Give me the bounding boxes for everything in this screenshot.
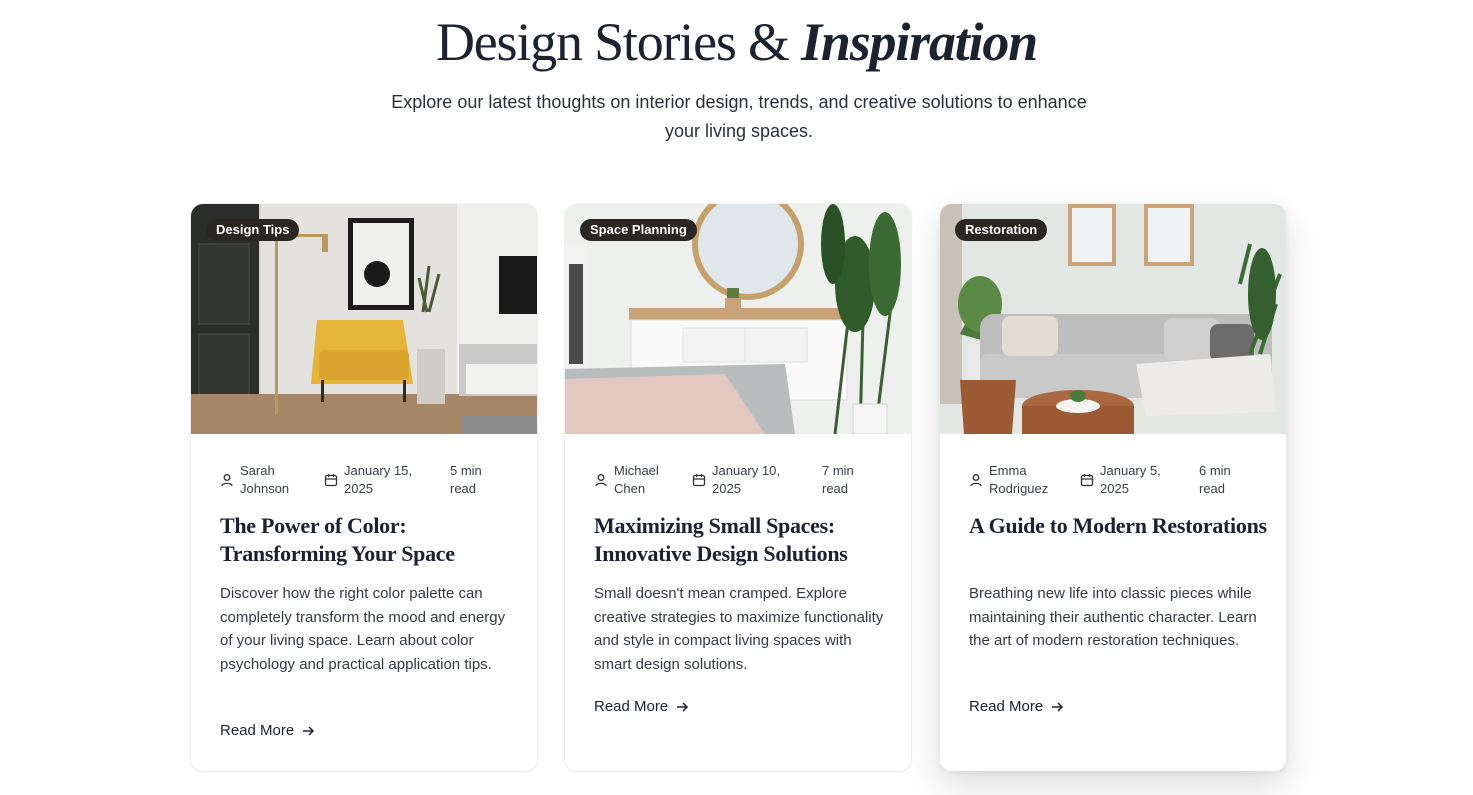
author-name: Emma Rodriguez <box>989 463 1049 496</box>
post-excerpt: Discover how the right color palette can… <box>220 585 506 673</box>
author-meta: Emma Rodriguez <box>969 462 1069 498</box>
post-date: January 5, 2025 <box>1100 463 1161 496</box>
page-title-main: Design Stories & <box>435 12 802 72</box>
post-image[interactable]: Space Planning <box>565 204 911 434</box>
user-icon <box>221 474 233 487</box>
user-icon <box>595 474 607 487</box>
read-more-link[interactable]: Read More <box>594 698 689 715</box>
arrow-right-icon <box>303 725 315 736</box>
author-name: Sarah Johnson <box>240 463 290 496</box>
category-badge[interactable]: Design Tips <box>206 219 300 241</box>
author-name: Michael Chen <box>614 463 659 496</box>
read-time: 5 min read <box>450 463 482 496</box>
date-meta: January 5, 2025 <box>1080 462 1180 498</box>
read-more-label: Read More <box>594 698 669 715</box>
date-meta: January 10, 2025 <box>692 462 802 498</box>
read-more-link[interactable]: Read More <box>220 722 315 739</box>
read-time: 6 min read <box>1199 463 1231 496</box>
blog-card[interactable]: Design Tips Sarah Johnson January 15, 20… <box>191 204 537 771</box>
category-badge[interactable]: Restoration <box>955 219 1048 241</box>
post-title[interactable]: The Power of Color: Transforming Your Sp… <box>220 512 520 568</box>
post-date: January 10, 2025 <box>712 463 780 496</box>
post-title[interactable]: Maximizing Small Spaces: Innovative Desi… <box>594 512 894 568</box>
post-meta: Emma Rodriguez January 5, 2025 6 min rea… <box>969 462 1266 502</box>
blog-card[interactable]: Restoration Emma Rodriguez January 5, 20… <box>940 204 1286 771</box>
post-title[interactable]: A Guide to Modern Restorations <box>969 512 1269 540</box>
author-meta: Sarah Johnson <box>220 462 315 498</box>
post-image[interactable]: Design Tips <box>191 204 537 434</box>
author-meta: Michael Chen <box>594 462 689 498</box>
arrow-right-icon <box>1052 701 1064 712</box>
arrow-right-icon <box>677 701 689 712</box>
user-icon <box>970 474 982 487</box>
page-subtitle: Explore our latest thoughts on interior … <box>391 92 1087 141</box>
post-meta: Michael Chen January 10, 2025 7 min read <box>594 462 891 502</box>
post-excerpt: Breathing new life into classic pieces w… <box>969 585 1257 649</box>
calendar-icon <box>1080 474 1094 487</box>
calendar-icon <box>692 474 706 487</box>
calendar-icon <box>324 474 338 487</box>
read-more-label: Read More <box>969 698 1044 715</box>
page-title-emphasis: Inspiration <box>801 12 1038 72</box>
read-time-meta: 5 min read <box>450 462 508 498</box>
read-more-link[interactable]: Read More <box>969 698 1064 715</box>
post-meta: Sarah Johnson January 15, 2025 5 min rea… <box>220 462 517 502</box>
read-time-meta: 7 min read <box>822 462 880 498</box>
post-excerpt: Small doesn't mean cramped. Explore crea… <box>594 585 884 673</box>
blog-card[interactable]: Space Planning Michael Chen January 10, … <box>565 204 911 771</box>
read-time-meta: 6 min read <box>1199 462 1257 498</box>
post-image[interactable]: Restoration <box>940 204 1286 434</box>
post-date: January 15, 2025 <box>344 463 412 496</box>
date-meta: January 15, 2025 <box>324 462 434 498</box>
read-more-label: Read More <box>220 722 295 739</box>
page-title: Design Stories & Inspiration <box>0 10 1473 74</box>
category-badge[interactable]: Space Planning <box>580 219 697 241</box>
read-time: 7 min read <box>822 463 854 496</box>
